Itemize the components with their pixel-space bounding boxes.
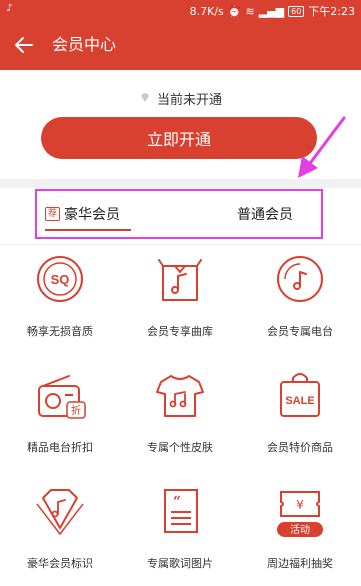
benefit-merch-lottery[interactable]: ¥ 活动 周边福利抽奖 [240,484,360,574]
diamond-icon [140,93,149,102]
shopping-bag-icon: SALE [280,373,320,417]
notification-icon: ♪ [6,3,13,14]
membership-status-text: 当前未开通 [156,92,222,108]
activity-badge: 活动 [290,524,310,536]
sq-icon-text: SQ [51,272,70,287]
tshirt-icon [156,375,204,417]
tab-luxury-member[interactable]: 荐 豪华会员 [45,191,131,237]
status-bar: ♪ 8.7K/s ⏰ ≋ ▂▄▆ 60 下午2:23 [0,0,361,20]
benefit-radio-discount[interactable]: 折 精品电台折扣 [0,368,120,458]
membership-status: 当前未开通 [0,88,361,108]
benefit-exclusive-skin[interactable]: 专属个性皮肤 [120,368,240,458]
membership-tabs: 荐 豪华会员 普通会员 [35,189,323,239]
diamond-badge-icon [36,489,84,535]
clock: 下午2:23 [308,5,355,18]
wifi-icon: ≋ [245,4,255,18]
open-membership-button[interactable]: 立即开通 [41,117,317,159]
benefit-exclusive-radio[interactable]: 会员专属电台 [240,252,360,342]
section-divider [0,179,361,188]
quote-icon-text: “ [173,494,181,510]
lyrics-image-icon: “ [164,489,198,533]
network-speed: 8.7K/s [189,4,224,18]
benefit-label: 会员特价商品 [267,441,333,454]
benefit-label: 周边福利抽奖 [267,557,333,570]
benefit-label: 专属个性皮肤 [147,441,213,454]
music-box-icon [158,259,202,301]
recommend-tag: 荐 [45,207,61,221]
tabs-divider [0,244,361,245]
benefit-lossless-quality[interactable]: SQ 畅享无损音质 [0,252,120,342]
radio-discount-icon: 折 [38,375,86,419]
benefit-label: 会员专属电台 [267,325,333,338]
app-bar: 会员中心 [0,20,361,70]
tab-normal-label: 普通会员 [237,207,293,223]
radio-disc-icon [277,256,323,302]
benefit-label: 畅享无损音质 [27,325,93,338]
benefit-label: 豪华会员标识 [27,557,93,570]
benefit-exclusive-library[interactable]: 会员专享曲库 [120,252,240,342]
discount-icon-text: 折 [71,404,81,417]
signal-icon: ▂▄▆ [258,4,285,18]
back-arrow-icon[interactable] [12,33,36,57]
sale-icon-text: SALE [285,395,314,407]
yen-icon-text: ¥ [296,498,304,512]
ticket-icon: ¥ 活动 [277,491,323,537]
benefit-luxury-badge[interactable]: 豪华会员标识 [0,484,120,574]
battery-icon: 60 [288,5,305,17]
alarm-icon: ⏰ [227,4,242,18]
benefit-label: 会员专享曲库 [147,325,213,338]
active-tab-indicator [45,229,131,231]
page-title: 会员中心 [52,35,117,54]
tab-normal-member[interactable]: 普通会员 [237,191,293,237]
benefit-lyrics-image[interactable]: “ 专属歌词图片 [120,484,240,574]
benefit-special-goods[interactable]: SALE 会员特价商品 [240,368,360,458]
tab-luxury-label: 豪华会员 [64,207,121,223]
sq-icon: SQ [37,256,83,302]
benefit-label: 精品电台折扣 [27,441,93,454]
benefit-label: 专属歌词图片 [147,557,213,570]
status-bar-right: 8.7K/s ⏰ ≋ ▂▄▆ 60 下午2:23 [190,3,355,19]
annotation-arrow-icon [298,116,346,178]
